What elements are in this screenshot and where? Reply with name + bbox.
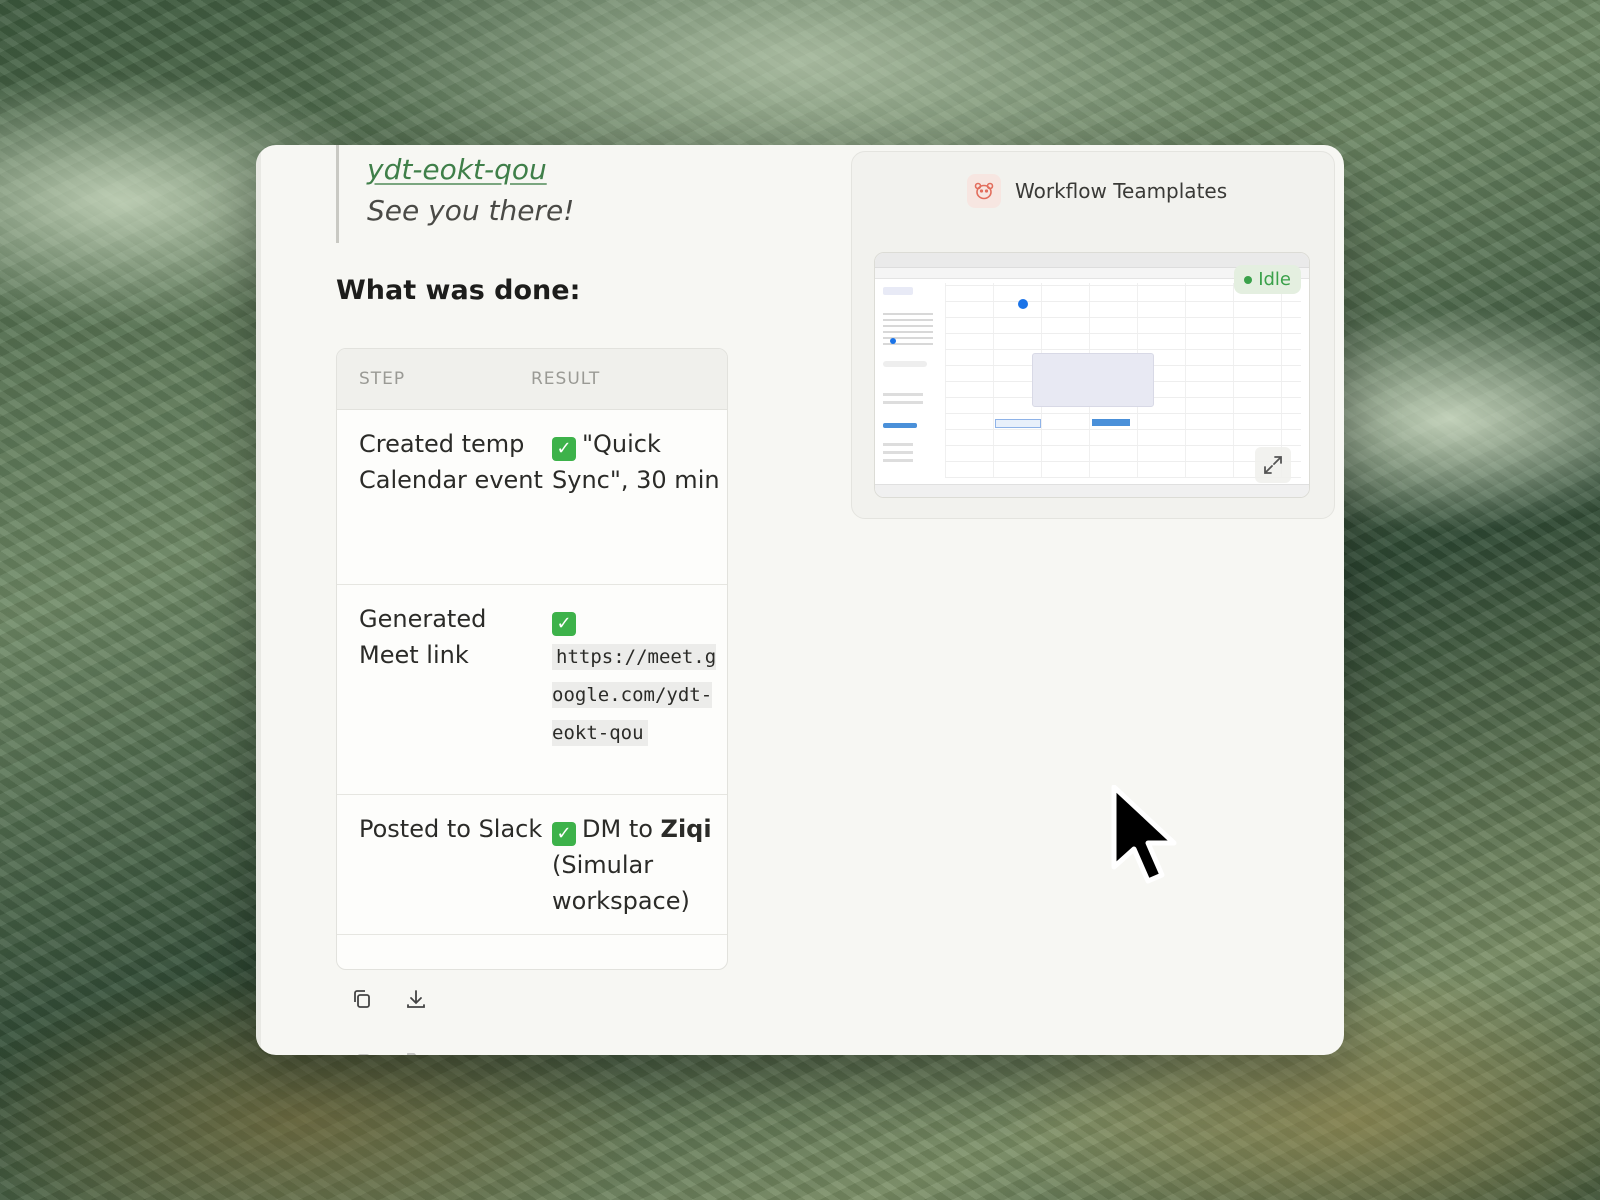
- download-icon[interactable]: [402, 985, 430, 1013]
- checkmark-icon: ✓: [552, 822, 576, 846]
- column-header-step: STEP: [359, 369, 406, 389]
- result-cell: ✓ "Quick Sync", 30 min: [552, 430, 720, 494]
- preview-event: [995, 419, 1041, 428]
- step-cell: Generated Meet link: [359, 605, 487, 669]
- slack-recipient: Ziqi: [660, 815, 712, 843]
- status-dot-icon: [1244, 275, 1253, 284]
- preview-event: [1092, 419, 1130, 426]
- section-title: What was done:: [336, 275, 581, 306]
- quoted-message: ydt-eokt-qou See you there!: [336, 145, 656, 243]
- table-row: Created temp Calendar event ✓ "Quick Sync…: [337, 410, 727, 585]
- expand-icon[interactable]: [1255, 447, 1291, 483]
- checkmark-icon: ✓: [552, 612, 576, 636]
- summary-table: STEP RESULT Created temp Calendar event …: [336, 348, 728, 970]
- preview-taskbar: [875, 484, 1309, 497]
- preview-calendar-sidebar: [883, 283, 939, 483]
- status-badge: Idle: [1234, 265, 1301, 294]
- folder-icon[interactable]: [402, 1045, 430, 1055]
- panel-header: Workflow Teamplates: [967, 174, 1227, 208]
- table-row: Posted to Slack ✓ DM to Ziqi (Simular wor…: [337, 795, 727, 935]
- table-row: Generated Meet link ✓ https://meet.googl…: [337, 585, 727, 795]
- column-header-result: RESULT: [531, 369, 601, 389]
- bear-logo-icon: [967, 174, 1001, 208]
- message-actions: [348, 985, 430, 1013]
- copy-icon[interactable]: [348, 1045, 376, 1055]
- result-cell: ✓ https://meet.google.com/ydt-eokt-qou: [552, 585, 722, 794]
- preview-today-marker: [1018, 299, 1028, 309]
- next-message-actions: [348, 1045, 430, 1055]
- table-header: STEP RESULT: [337, 349, 727, 410]
- left-rail: [256, 145, 261, 1055]
- copy-icon[interactable]: [348, 985, 376, 1013]
- meet-url-code[interactable]: https://meet.google.com/ydt-eokt-qou: [552, 644, 717, 746]
- screen-preview[interactable]: Idle: [874, 252, 1310, 498]
- step-cell: Posted to Slack: [359, 815, 543, 843]
- result-cell: ✓ DM to Ziqi (Simular workspace): [552, 815, 712, 915]
- step-cell: Created temp Calendar event: [359, 430, 543, 494]
- panel-title: Workflow Teamplates: [1015, 179, 1228, 203]
- preview-dialog: [1032, 353, 1154, 407]
- workflow-panel: Workflow Teamplates Idle: [851, 151, 1335, 519]
- meet-code-link[interactable]: ydt-eokt-qou: [367, 153, 656, 186]
- mouse-cursor-icon: [1110, 784, 1190, 899]
- quote-text: See you there!: [367, 194, 575, 227]
- checkmark-icon: ✓: [552, 437, 576, 461]
- status-label: Idle: [1258, 269, 1291, 290]
- chat-window: ydt-eokt-qou See you there! What was don…: [256, 145, 1344, 1055]
